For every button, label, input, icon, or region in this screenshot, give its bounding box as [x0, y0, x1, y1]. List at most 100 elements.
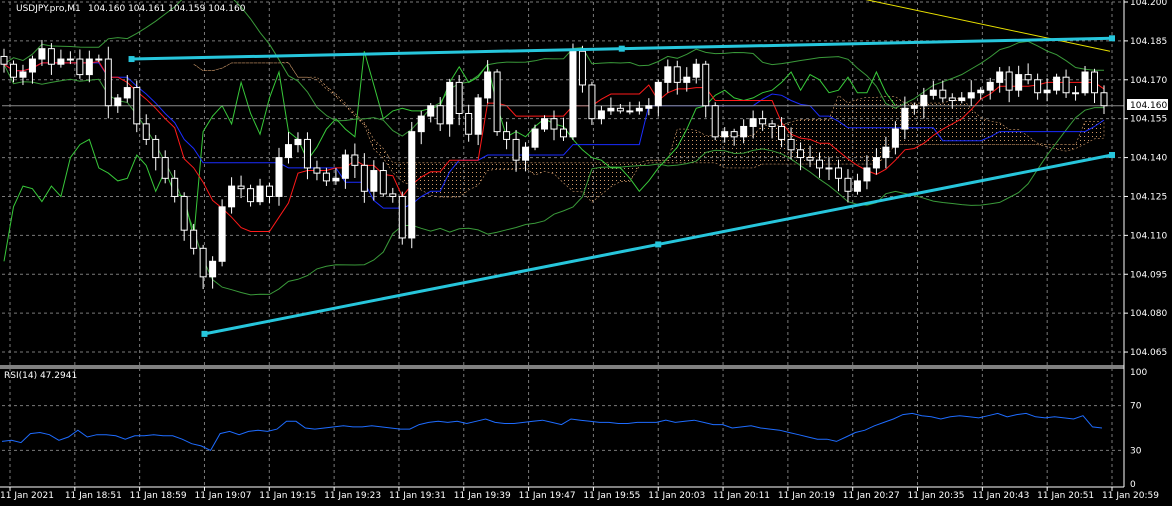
candle-body[interactable]	[834, 167, 842, 179]
candle-body[interactable]	[341, 154, 349, 179]
candle-body[interactable]	[588, 84, 596, 120]
candle-body[interactable]	[645, 105, 653, 109]
trendline-handle[interactable]	[618, 45, 625, 52]
candle-body[interactable]	[313, 167, 321, 174]
trendline-handle[interactable]	[655, 241, 662, 248]
candle-body[interactable]	[408, 131, 416, 239]
candle-body[interactable]	[332, 177, 340, 182]
candle-body[interactable]	[209, 260, 217, 278]
candle-body[interactable]	[474, 97, 482, 135]
candle-body[interactable]	[199, 247, 207, 278]
candle-body[interactable]	[455, 81, 463, 114]
candle-body[interactable]	[692, 63, 700, 78]
candle-body[interactable]	[503, 131, 511, 140]
candle-body[interactable]	[929, 89, 937, 96]
candle-body[interactable]	[986, 81, 994, 91]
candle-body[interactable]	[446, 81, 454, 125]
candle-body[interactable]	[95, 58, 103, 61]
candle-body[interactable]	[76, 58, 84, 76]
candle-body[interactable]	[825, 167, 833, 170]
candle-body[interactable]	[19, 71, 27, 78]
trendline-handle[interactable]	[128, 56, 135, 63]
candle-body[interactable]	[891, 128, 899, 148]
candle-body[interactable]	[740, 125, 748, 138]
candle-body[interactable]	[948, 97, 956, 102]
candle-body[interactable]	[939, 89, 947, 99]
candle-body[interactable]	[398, 195, 406, 239]
candle-body[interactable]	[1015, 74, 1023, 91]
candle-body[interactable]	[749, 118, 757, 127]
candle-body[interactable]	[607, 107, 615, 112]
candle-body[interactable]	[626, 110, 634, 113]
candle-body[interactable]	[351, 154, 359, 166]
candle-body[interactable]	[218, 206, 226, 262]
candle-body[interactable]	[730, 131, 738, 138]
candle-body[interactable]	[711, 105, 719, 138]
candle-body[interactable]	[1091, 71, 1099, 94]
candle-body[interactable]	[190, 229, 198, 249]
candle-body[interactable]	[844, 177, 852, 192]
candle-body[interactable]	[228, 185, 236, 208]
candle-body[interactable]	[142, 123, 150, 140]
candle-body[interactable]	[28, 58, 36, 73]
candle-body[interactable]	[759, 118, 767, 125]
candle-body[interactable]	[9, 63, 17, 78]
candle-body[interactable]	[1072, 92, 1080, 95]
candle-body[interactable]	[816, 159, 824, 169]
candle-body[interactable]	[512, 138, 520, 161]
candle-body[interactable]	[180, 195, 188, 231]
candle-body[interactable]	[275, 157, 283, 197]
candle-body[interactable]	[493, 71, 501, 133]
candle-body[interactable]	[171, 177, 179, 197]
candle-body[interactable]	[237, 185, 245, 190]
candle-body[interactable]	[578, 50, 586, 86]
candle-body[interactable]	[967, 92, 975, 99]
candle-body[interactable]	[863, 167, 871, 182]
candle-body[interactable]	[484, 71, 492, 99]
candle-body[interactable]	[541, 118, 549, 130]
candle-body[interactable]	[427, 105, 435, 117]
candle-body[interactable]	[303, 138, 311, 169]
candle-body[interactable]	[256, 185, 264, 203]
candle-body[interactable]	[531, 128, 539, 148]
candle-body[interactable]	[1043, 89, 1051, 94]
candle-body[interactable]	[977, 89, 985, 94]
candle-body[interactable]	[559, 128, 567, 138]
candle-body[interactable]	[1062, 76, 1070, 94]
candle-body[interactable]	[910, 105, 918, 109]
candle-body[interactable]	[996, 71, 1004, 83]
candle-body[interactable]	[389, 193, 397, 197]
candle-body[interactable]	[266, 185, 274, 197]
candle-body[interactable]	[85, 58, 93, 76]
candle-body[interactable]	[1053, 76, 1061, 91]
trendline-handle[interactable]	[201, 330, 208, 337]
candle-body[interactable]	[550, 118, 558, 130]
candle-body[interactable]	[522, 146, 530, 161]
candle-body[interactable]	[920, 94, 928, 107]
candle-body[interactable]	[597, 110, 605, 120]
candle-body[interactable]	[635, 107, 643, 112]
candle-body[interactable]	[901, 107, 909, 130]
candle-body[interactable]	[161, 157, 169, 179]
candle-body[interactable]	[417, 115, 425, 133]
candle-body[interactable]	[47, 48, 55, 65]
candle-body[interactable]	[958, 97, 966, 102]
candle-body[interactable]	[284, 144, 292, 159]
candle-body[interactable]	[66, 58, 74, 61]
candle-body[interactable]	[882, 146, 890, 159]
candle-body[interactable]	[853, 180, 861, 192]
candle-body[interactable]	[1034, 79, 1042, 94]
candle-body[interactable]	[465, 112, 473, 135]
candle-body[interactable]	[787, 138, 795, 151]
candle-body[interactable]	[0, 55, 8, 65]
candle-body[interactable]	[104, 58, 112, 107]
candle-body[interactable]	[123, 87, 131, 99]
candle-body[interactable]	[38, 48, 46, 60]
candle-body[interactable]	[152, 138, 160, 159]
candle-body[interactable]	[616, 107, 624, 112]
candle-body[interactable]	[247, 188, 255, 203]
candle-body[interactable]	[1081, 71, 1089, 94]
candle-body[interactable]	[1024, 74, 1032, 81]
candle-body[interactable]	[872, 157, 880, 169]
candle-body[interactable]	[664, 66, 672, 83]
